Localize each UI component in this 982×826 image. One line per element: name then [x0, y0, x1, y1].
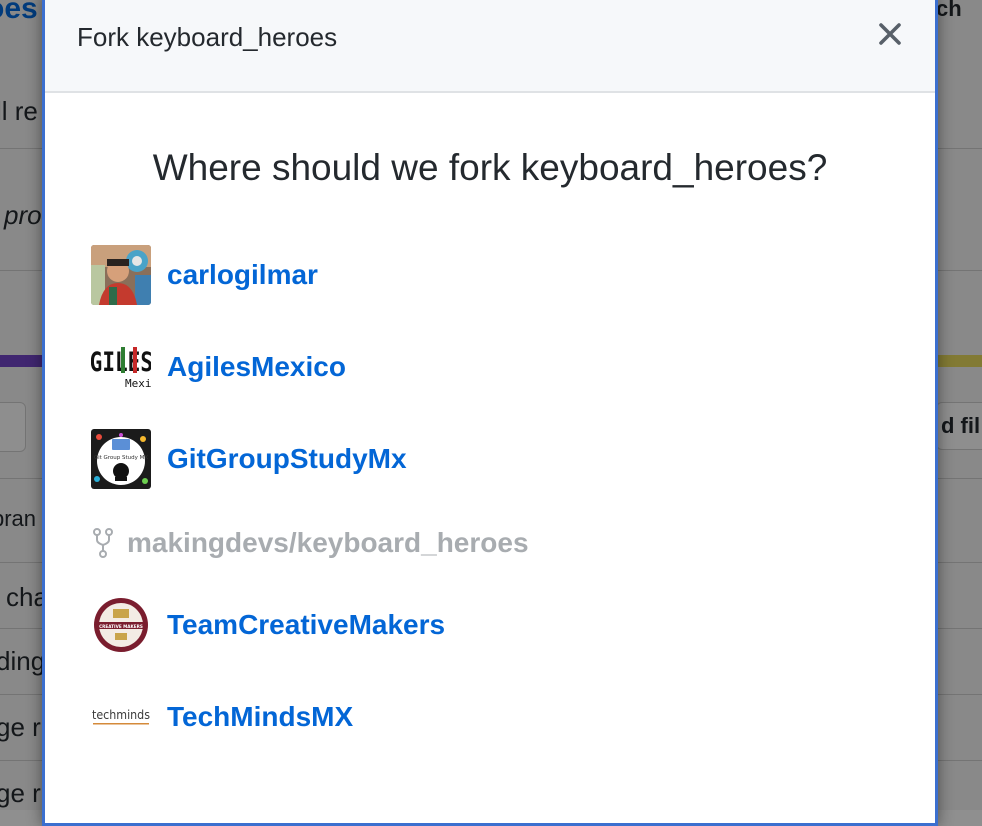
fork-question: Where should we fork keyboard_heroes? [152, 147, 828, 188]
existing-fork-row: makingdevs/keyboard_heroes [93, 523, 793, 563]
owner-name: TeamCreativeMakers [167, 609, 446, 640]
repo-forked-icon [93, 528, 113, 558]
git-group-logo-icon: Git Group Study MX [91, 429, 151, 489]
owner-option-teamcreativemakers[interactable]: CREATIVE MAKERS TeamCreativeMakers [91, 595, 791, 655]
owner-option-techmindsmx[interactable]: techminds TechMindsMX [91, 687, 791, 747]
agiles-logo-icon: AGILES Mexico [91, 347, 151, 390]
avatar-logo-text: techminds [92, 708, 150, 722]
avatar [91, 245, 151, 305]
avatar: CREATIVE MAKERS [91, 595, 151, 655]
creative-makers-logo-icon: CREATIVE MAKERS [94, 598, 148, 652]
techminds-logo-icon: techminds [92, 708, 150, 725]
close-button[interactable] [873, 17, 907, 51]
avatar: techminds [91, 687, 151, 747]
owner-name: AgilesMexico [167, 351, 346, 382]
dialog-title: Fork keyboard_heroes [77, 22, 338, 52]
avatar-logo-text: Git Group Study MX [94, 455, 149, 461]
avatar-logo-subtext: Mexico [125, 377, 151, 390]
owner-option-carlogilmar[interactable]: carlogilmar [91, 245, 791, 305]
owner-option-gitgroupstudymx[interactable]: Git Group Study MX GitGroupStudyMx [91, 429, 791, 489]
dialog-header: Fork keyboard_heroes [45, 0, 935, 93]
owner-option-agilesmexico[interactable]: AGILES Mexico AgilesMexico [91, 337, 791, 397]
existing-fork-name: makingdevs/keyboard_heroes [127, 527, 529, 558]
owner-name: carlogilmar [167, 259, 318, 290]
fork-dialog: Fork keyboard_heroes Where should we for… [42, 0, 938, 826]
close-icon [879, 23, 901, 45]
owner-name: TechMindsMX [167, 701, 354, 732]
avatar-logo-text: CREATIVE MAKERS [99, 624, 143, 629]
photo-avatar-icon [91, 245, 151, 305]
owner-name: GitGroupStudyMx [167, 443, 407, 474]
avatar: AGILES Mexico [91, 337, 151, 397]
avatar: Git Group Study MX [91, 429, 151, 489]
